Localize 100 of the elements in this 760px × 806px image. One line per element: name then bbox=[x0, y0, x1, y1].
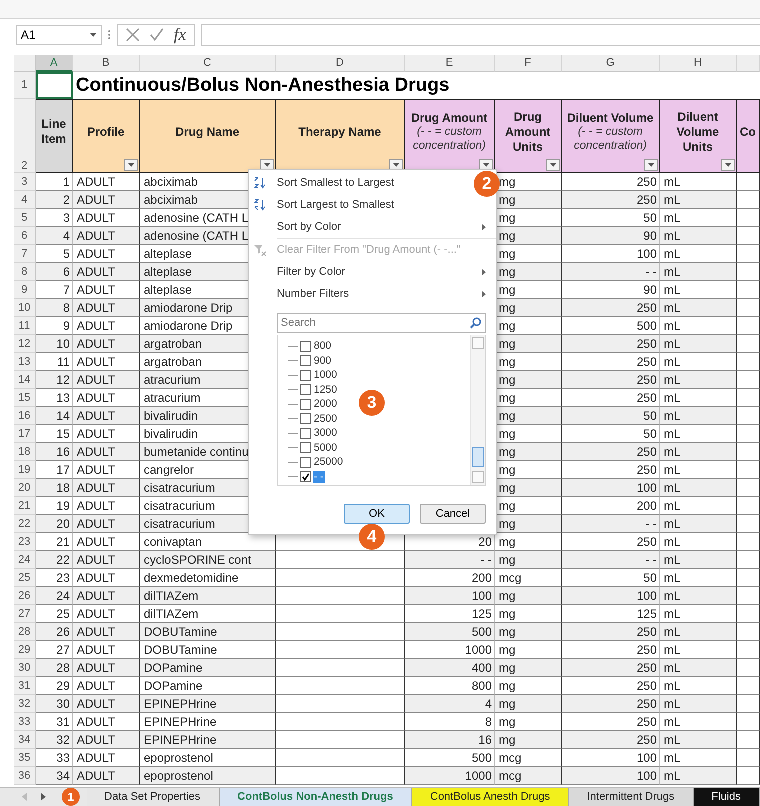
table-cell: 18 bbox=[36, 479, 73, 497]
table-cell: DOBUTamine bbox=[140, 641, 276, 659]
insert-function-button[interactable]: fx bbox=[174, 25, 186, 45]
checkbox[interactable] bbox=[300, 384, 311, 396]
checkbox[interactable] bbox=[300, 398, 311, 410]
table-cell: 34 bbox=[36, 767, 73, 785]
table-cell: epoprostenol bbox=[140, 767, 276, 785]
table-cell: mg bbox=[495, 695, 562, 713]
checkbox[interactable] bbox=[300, 413, 311, 424]
table-cell: ADULT bbox=[73, 731, 140, 749]
table-cell: mL bbox=[660, 281, 737, 299]
filter-value[interactable]: 2000 bbox=[313, 398, 338, 410]
table-cell: 28 bbox=[36, 659, 73, 677]
table-cell: 32 bbox=[36, 731, 73, 749]
table-cell: mL bbox=[660, 299, 737, 317]
selected-cell[interactable] bbox=[36, 72, 73, 99]
table-cell: 1000 bbox=[405, 641, 495, 659]
checkbox[interactable] bbox=[300, 442, 311, 454]
checkbox[interactable] bbox=[300, 370, 311, 381]
sheet-tab[interactable]: ContBolus Anesth Drugs bbox=[412, 788, 570, 806]
table-cell: ADULT bbox=[73, 587, 140, 605]
column-letter[interactable]: E bbox=[405, 55, 495, 72]
column-letter[interactable]: H bbox=[660, 55, 737, 72]
table-cell: mL bbox=[660, 713, 737, 731]
table-cell: 250 bbox=[562, 335, 660, 353]
row-number: 27 bbox=[14, 605, 36, 623]
table-cell: 250 bbox=[562, 299, 660, 317]
scrollbar[interactable] bbox=[470, 335, 485, 485]
row-number: 16 bbox=[14, 407, 36, 425]
table-cell: mL bbox=[660, 569, 737, 587]
scroll-right-icon[interactable] bbox=[41, 793, 46, 801]
filter-button[interactable] bbox=[546, 159, 560, 171]
search-icon bbox=[470, 317, 482, 329]
table-cell: 500 bbox=[405, 749, 495, 767]
checkbox[interactable] bbox=[300, 355, 311, 366]
table-cell: mL bbox=[660, 335, 737, 353]
table-cell: mL bbox=[660, 659, 737, 677]
column-header: Line Item bbox=[36, 99, 73, 173]
cancel-icon[interactable] bbox=[126, 28, 140, 42]
filter-value[interactable]: 900 bbox=[313, 354, 333, 367]
caret-icon bbox=[550, 163, 556, 167]
table-cell: mg bbox=[495, 497, 562, 515]
cancel-button[interactable]: Cancel bbox=[420, 504, 486, 524]
column-letter[interactable]: B bbox=[73, 55, 140, 72]
sheet-tab[interactable]: Intermittent Drugs bbox=[569, 788, 694, 806]
checkbox[interactable] bbox=[300, 456, 311, 468]
column-letter[interactable]: D bbox=[276, 55, 405, 72]
table-cell: ADULT bbox=[73, 605, 140, 623]
table-cell: mg bbox=[495, 713, 562, 731]
table-cell: mg bbox=[495, 533, 562, 551]
filter-value[interactable]: 5000 bbox=[313, 442, 338, 454]
row-number: 11 bbox=[14, 317, 36, 335]
sheet-tab[interactable]: ContBolus Non-Anesth Drugs bbox=[220, 788, 412, 806]
table-cell: mg bbox=[495, 389, 562, 407]
table-cell: mL bbox=[660, 317, 737, 335]
table-cell: mg bbox=[495, 227, 562, 245]
table-cell: mcg bbox=[495, 569, 562, 587]
ok-button[interactable]: OK bbox=[344, 504, 410, 524]
checkbox[interactable] bbox=[300, 428, 311, 439]
caret-icon bbox=[128, 163, 134, 167]
column-letter[interactable]: F bbox=[495, 55, 562, 72]
table-cell: ADULT bbox=[73, 173, 140, 191]
table-cell: mL bbox=[660, 605, 737, 623]
table-cell: dilTIAZem bbox=[140, 587, 276, 605]
table-cell: 17 bbox=[36, 461, 73, 479]
filter-value[interactable]: 3000 bbox=[313, 427, 338, 440]
table-cell: mg bbox=[495, 587, 562, 605]
filter-button[interactable] bbox=[721, 159, 735, 171]
checkbox[interactable] bbox=[300, 340, 311, 352]
name-box[interactable]: A1 bbox=[16, 25, 102, 45]
checkbox[interactable] bbox=[300, 471, 311, 482]
check-icon[interactable] bbox=[150, 28, 164, 42]
table-cell: ADULT bbox=[73, 245, 140, 263]
column-letter[interactable]: G bbox=[562, 55, 660, 72]
filter-value[interactable]: 800 bbox=[313, 340, 333, 352]
row-number: 8 bbox=[14, 263, 36, 281]
column-header: Drug Name bbox=[140, 99, 276, 173]
table-cell: EPINEPHrine bbox=[140, 731, 276, 749]
row-number: 36 bbox=[14, 767, 36, 785]
filter-value[interactable]: 25000 bbox=[313, 456, 344, 468]
column-letter[interactable]: A bbox=[36, 55, 73, 72]
table-cell: 29 bbox=[36, 677, 73, 695]
table-cell: mL bbox=[660, 767, 737, 785]
table-cell: mL bbox=[660, 227, 737, 245]
filter-value[interactable]: 1250 bbox=[313, 384, 338, 396]
column-header: Diluent Volume Units bbox=[660, 99, 737, 173]
formula-field[interactable] bbox=[201, 24, 760, 46]
filter-value[interactable]: 2500 bbox=[313, 412, 338, 425]
sheet-tab[interactable]: Fluids bbox=[694, 788, 760, 806]
table-cell: EPINEPHrine bbox=[140, 695, 276, 713]
search-field[interactable]: Search bbox=[277, 313, 486, 333]
table-cell: 250 bbox=[562, 191, 660, 209]
table-cell: mL bbox=[660, 209, 737, 227]
table-cell: mcg bbox=[495, 749, 562, 767]
table-cell: mg bbox=[495, 515, 562, 533]
filter-button[interactable] bbox=[124, 159, 138, 171]
filter-value[interactable]: 1000 bbox=[313, 369, 338, 382]
table-cell: ADULT bbox=[73, 191, 140, 209]
filter-button[interactable] bbox=[644, 159, 658, 171]
column-letter[interactable]: C bbox=[140, 55, 276, 72]
